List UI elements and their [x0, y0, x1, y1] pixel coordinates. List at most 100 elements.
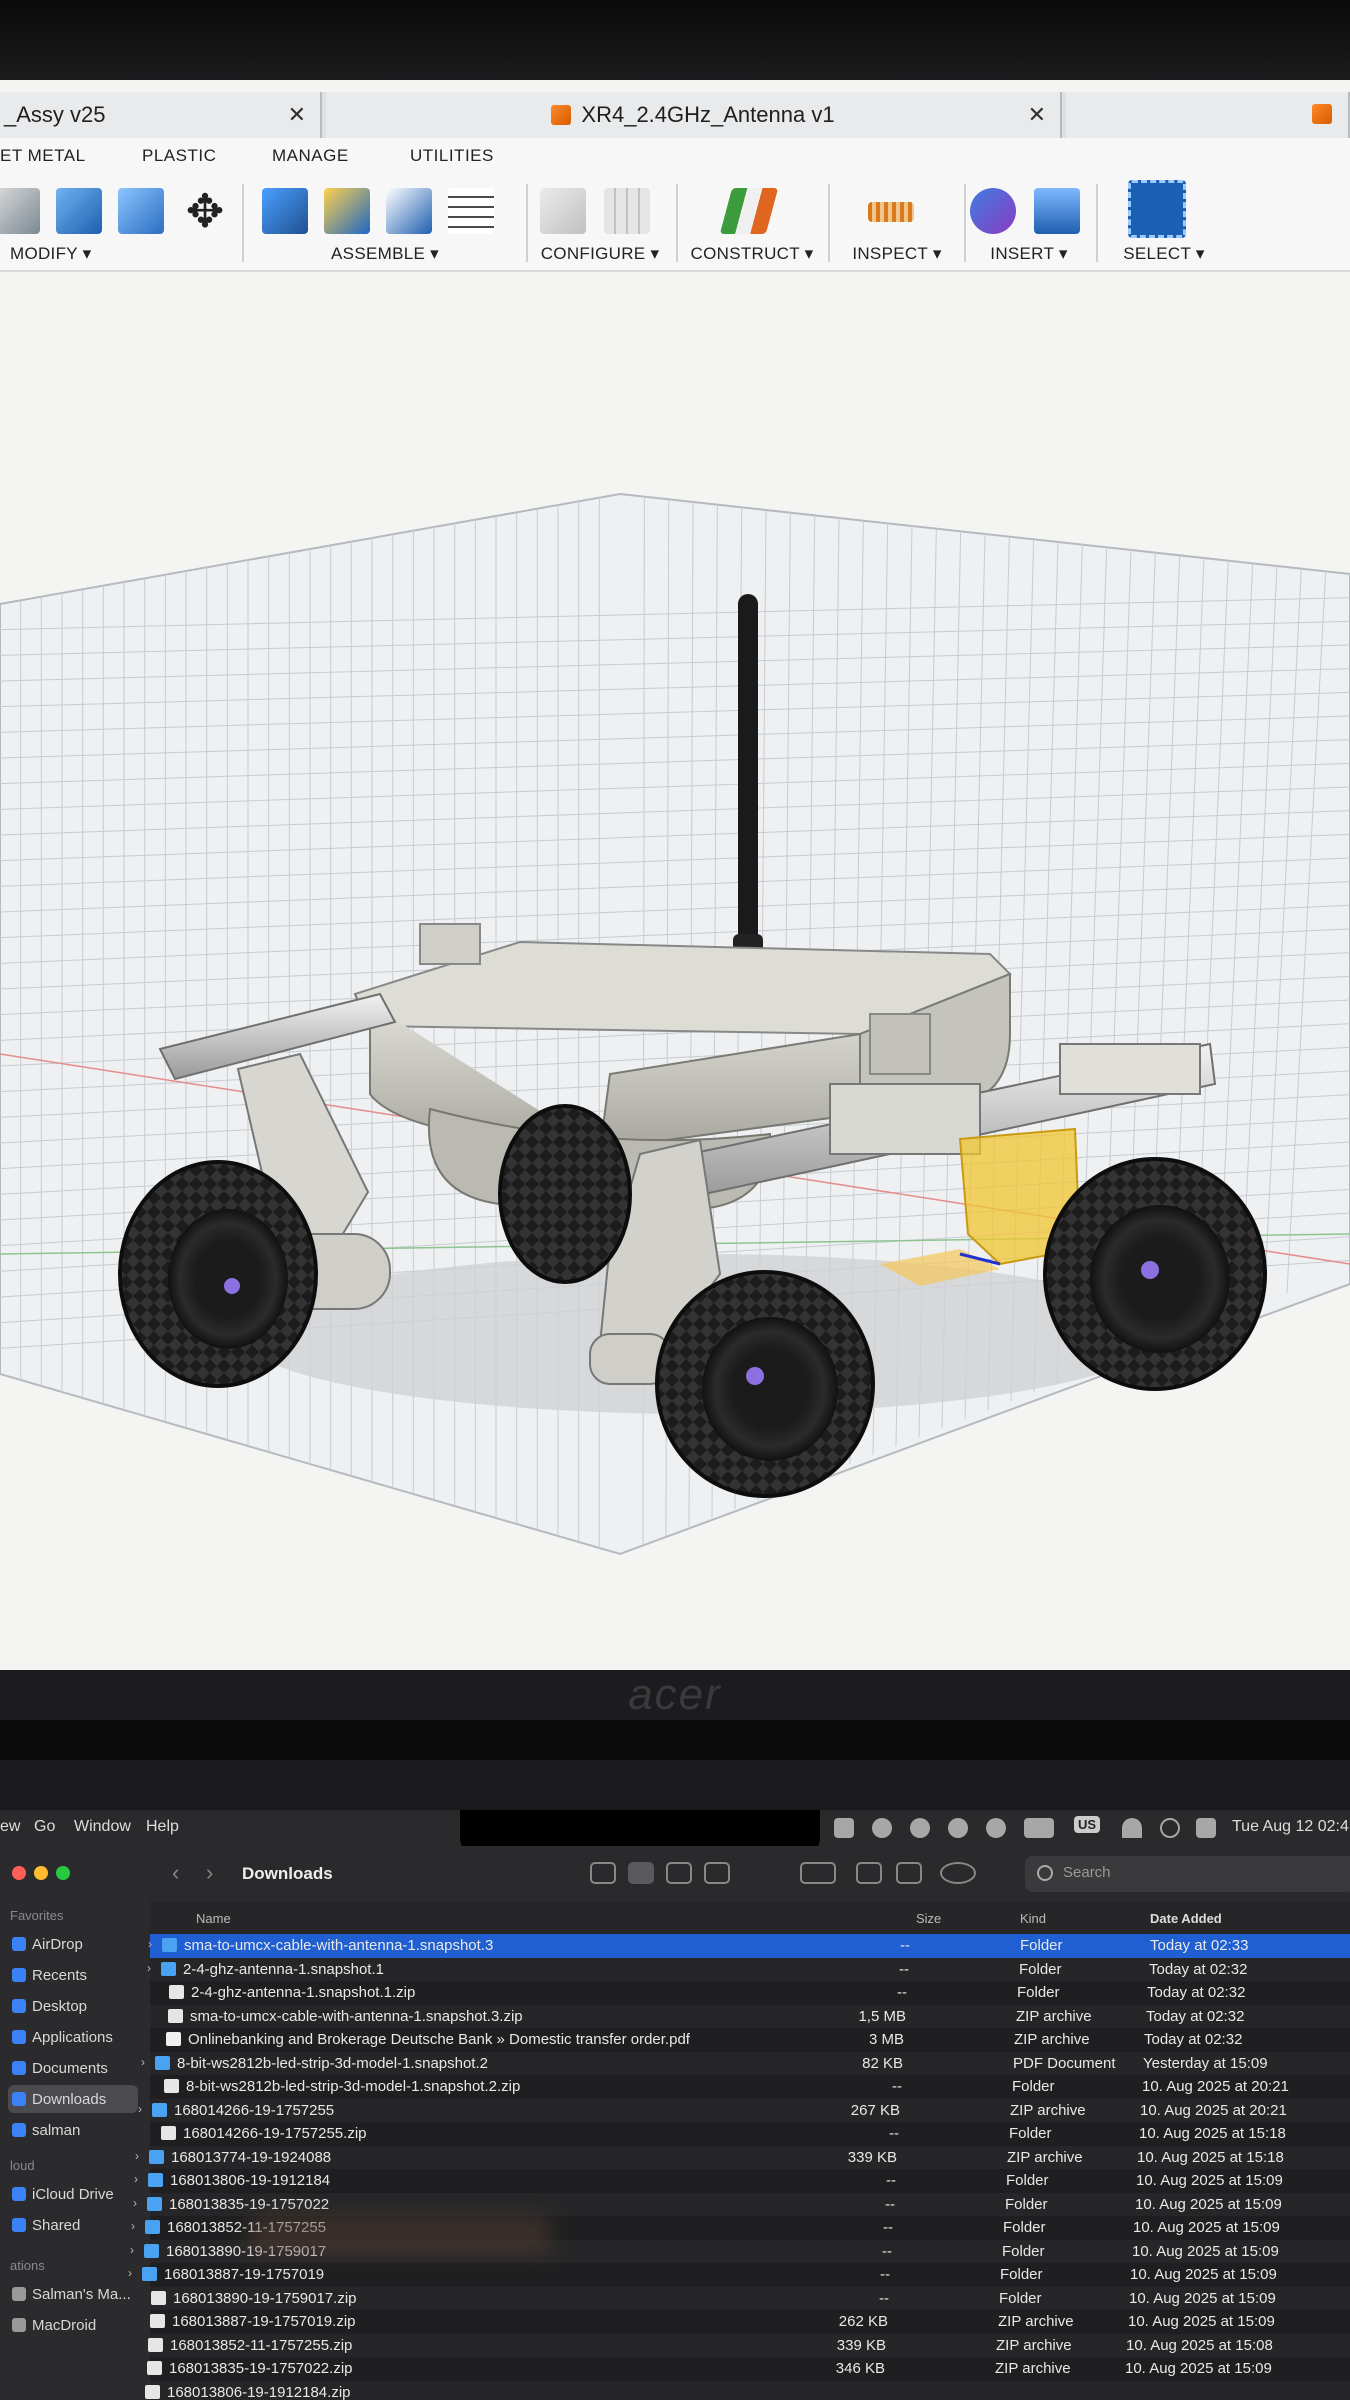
- bill-of-materials-icon[interactable]: [448, 188, 494, 234]
- menu-view[interactable]: ew: [0, 1818, 20, 1836]
- file-row[interactable]: 2-4-ghz-antenna-1.snapshot.1.zip -- Folder…: [150, 1981, 1350, 2005]
- measure-icon[interactable]: [868, 202, 914, 222]
- move-icon[interactable]: ✥: [182, 188, 228, 234]
- modify-menu[interactable]: MODIFY ▾: [10, 244, 246, 264]
- tab-manage[interactable]: MANAGE: [272, 146, 349, 166]
- sidebar-item-documents[interactable]: Documents: [8, 2054, 138, 2082]
- column-kind[interactable]: Kind: [1020, 1911, 1046, 1926]
- file-row[interactable]: 168013806-19-1912184.zip: [145, 2380, 1350, 2400]
- insert-image-icon[interactable]: [1034, 188, 1080, 234]
- menu-window[interactable]: Window: [74, 1818, 131, 1836]
- forward-icon[interactable]: ›: [206, 1860, 213, 1886]
- sidebar-item-airdrop[interactable]: AirDrop: [8, 1930, 138, 1958]
- battery-icon[interactable]: [1024, 1818, 1054, 1838]
- settings-gear-icon[interactable]: [872, 1818, 892, 1838]
- close-icon[interactable]: ✕: [1028, 102, 1046, 128]
- disclosure-chevron-icon[interactable]: ›: [147, 1961, 151, 1975]
- zoom-window-button[interactable]: [56, 1866, 70, 1880]
- file-row[interactable]: 168013887-19-1757019.zip 262 KB ZIP archiv…: [150, 2310, 1350, 2334]
- sidebar-item-icloud-drive[interactable]: iCloud Drive: [8, 2180, 138, 2208]
- file-row[interactable]: 168013852-11-1757255.zip 339 KB ZIP archiv…: [148, 2333, 1350, 2357]
- joint-icon[interactable]: [324, 188, 370, 234]
- disclosure-chevron-icon[interactable]: ›: [131, 2219, 135, 2233]
- file-row[interactable]: 8-bit-ws2812b-led-strip-3d-model-1.snaps…: [150, 2075, 1350, 2099]
- search-icon[interactable]: [1160, 1818, 1180, 1838]
- disclosure-chevron-icon[interactable]: ›: [134, 2172, 138, 2186]
- back-icon[interactable]: ‹: [172, 1860, 179, 1886]
- menu-help[interactable]: Help: [146, 1818, 179, 1836]
- file-row[interactable]: 168014266-19-1757255.zip -- Folder 10. Aug …: [150, 2122, 1350, 2146]
- 3d-viewport[interactable]: [0, 274, 1350, 1670]
- icon-view-icon[interactable]: [590, 1862, 616, 1884]
- disclosure-chevron-icon[interactable]: ›: [148, 1937, 152, 1951]
- file-row[interactable]: › 168013806-19-1912184 -- Folder 10. Aug 202…: [134, 2169, 1350, 2193]
- search-field[interactable]: Search: [1025, 1856, 1350, 1892]
- column-name[interactable]: Name: [196, 1911, 231, 1926]
- tab-utilities[interactable]: UTILITIES: [410, 146, 494, 166]
- headphones-icon[interactable]: [948, 1818, 968, 1838]
- select-menu[interactable]: SELECT ▾: [1104, 244, 1224, 264]
- sidebar-item-shared[interactable]: Shared: [8, 2211, 138, 2239]
- tab-assembly[interactable]: _Assy v25 ✕: [0, 92, 322, 138]
- menu-clock[interactable]: Tue Aug 12 02:4: [1232, 1818, 1349, 1836]
- column-date-added[interactable]: Date Added: [1150, 1911, 1222, 1926]
- tab-plastic[interactable]: PLASTIC: [142, 146, 216, 166]
- configure-menu[interactable]: CONFIGURE ▾: [530, 244, 670, 264]
- wifi-icon[interactable]: [1122, 1818, 1142, 1838]
- tab-antenna[interactable]: XR4_2.4GHz_Antenna v1 ✕: [326, 92, 1062, 138]
- sidebar-item-home[interactable]: salman: [8, 2116, 138, 2144]
- list-view-icon[interactable]: [628, 1862, 654, 1884]
- disclosure-chevron-icon[interactable]: ›: [138, 2102, 142, 2116]
- close-icon[interactable]: ✕: [288, 102, 306, 128]
- menu-go[interactable]: Go: [34, 1818, 55, 1836]
- file-row[interactable]: › 168013774-19-1924088 339 KB ZIP archive 10…: [135, 2145, 1350, 2169]
- gallery-view-icon[interactable]: [704, 1862, 730, 1884]
- dollar-icon[interactable]: [910, 1818, 930, 1838]
- press-pull-icon[interactable]: [0, 188, 40, 234]
- share-icon[interactable]: [856, 1862, 882, 1884]
- disclosure-chevron-icon[interactable]: ›: [133, 2196, 137, 2210]
- assemble-menu[interactable]: ASSEMBLE ▾: [250, 244, 520, 264]
- construct-menu[interactable]: CONSTRUCT ▾: [682, 244, 822, 264]
- file-row[interactable]: › 8-bit-ws2812b-led-strip-3d-model-1.snap…: [141, 2051, 1350, 2075]
- sidebar-item-recents[interactable]: Recents: [8, 1961, 138, 1989]
- sidebar-item-macbook[interactable]: Salman's Ma...: [8, 2280, 138, 2308]
- file-row[interactable]: › 168013887-19-1757019 -- Folder 10. Aug 202…: [128, 2263, 1350, 2287]
- construct-plane-icon[interactable]: [719, 188, 779, 234]
- select-icon[interactable]: [1128, 180, 1186, 238]
- disclosure-chevron-icon[interactable]: ›: [128, 2266, 132, 2280]
- file-row[interactable]: › sma-to-umcx-cable-with-antenna-1.snapsh…: [148, 1934, 1350, 1958]
- bookmark-icon[interactable]: [834, 1818, 854, 1838]
- insert-derive-icon[interactable]: [970, 188, 1016, 234]
- close-window-button[interactable]: [12, 1866, 26, 1880]
- file-row[interactable]: › 168014266-19-1757255 267 KB ZIP archive 10…: [138, 2098, 1350, 2122]
- keyboard-layout[interactable]: US: [1074, 1816, 1101, 1833]
- clock-icon[interactable]: [986, 1818, 1006, 1838]
- sidebar-item-applications[interactable]: Applications: [8, 2023, 138, 2051]
- as-built-joint-icon[interactable]: [386, 188, 432, 234]
- disclosure-chevron-icon[interactable]: ›: [141, 2055, 145, 2069]
- configure-icon[interactable]: [540, 188, 586, 234]
- more-actions-icon[interactable]: [940, 1862, 976, 1884]
- file-row[interactable]: sma-to-umcx-cable-with-antenna-1.snapsho…: [150, 2004, 1350, 2028]
- file-row[interactable]: 168013835-19-1757022.zip 346 KB ZIP archiv…: [147, 2357, 1350, 2381]
- fillet-icon[interactable]: [56, 188, 102, 234]
- tag-icon[interactable]: [896, 1862, 922, 1884]
- group-by-icon[interactable]: [800, 1862, 836, 1884]
- shell-icon[interactable]: [118, 188, 164, 234]
- sidebar-item-macdroid[interactable]: MacDroid: [8, 2311, 138, 2339]
- minimize-window-button[interactable]: [34, 1866, 48, 1880]
- tab-more[interactable]: [1066, 92, 1350, 138]
- sidebar-item-downloads[interactable]: Downloads: [8, 2085, 138, 2113]
- new-component-icon[interactable]: [262, 188, 308, 234]
- inspect-menu[interactable]: INSPECT ▾: [836, 244, 958, 264]
- file-row[interactable]: › 2-4-ghz-antenna-1.snapshot.1 -- Folder Tod…: [147, 1957, 1350, 1981]
- insert-menu[interactable]: INSERT ▾: [968, 244, 1090, 264]
- table-icon[interactable]: [604, 188, 650, 234]
- column-size[interactable]: Size: [916, 1911, 941, 1926]
- file-row[interactable]: Onlinebanking and Brokerage Deutsche Ban…: [150, 2028, 1350, 2052]
- control-center-icon[interactable]: [1196, 1818, 1216, 1838]
- file-row[interactable]: 168013890-19-1759017.zip -- Folder 10. Aug …: [150, 2286, 1350, 2310]
- disclosure-chevron-icon[interactable]: ›: [130, 2243, 134, 2257]
- tab-sheet-metal[interactable]: ET METAL: [0, 146, 86, 166]
